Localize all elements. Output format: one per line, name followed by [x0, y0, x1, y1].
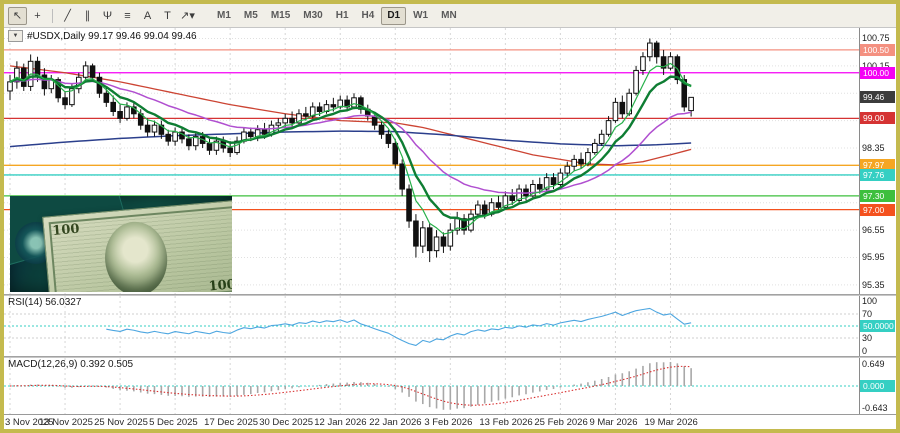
date-axis-label: 12 Jan 2026 — [314, 417, 366, 428]
rsi-axis-label: 0 — [862, 346, 867, 356]
date-axis-label: 3 Feb 2026 — [424, 417, 472, 428]
shapes-tool[interactable]: ↗▾ — [178, 7, 197, 25]
price-level-tag-99.00: 99.00 — [860, 112, 895, 124]
macd-axis-label: -0.643 — [862, 403, 888, 413]
timeframe-H1[interactable]: H1 — [330, 7, 355, 25]
denomination-100: 100 — [208, 277, 232, 292]
denomination-100: 100 — [52, 222, 80, 239]
toolbar-tools: ↖+ ╱∥Ψ≡AT↗▾ — [8, 7, 197, 25]
price-axis-label: 100.75 — [862, 33, 890, 43]
timeframe-D1[interactable]: D1 — [381, 7, 406, 25]
chart-symbol-header: ▼ #USDX,Daily 99.17 99.46 99.04 99.46 — [8, 30, 197, 42]
macd-label: MACD(12,26,9) — [8, 359, 77, 370]
main-chart-panel[interactable]: ▼ #USDX,Daily 99.17 99.46 99.04 99.46 10… — [4, 28, 860, 294]
trendline-tool[interactable]: ╱ — [58, 7, 77, 25]
rsi-canvas[interactable] — [4, 296, 860, 356]
rsi-line — [106, 308, 691, 345]
toolbar: ↖+ ╱∥Ψ≡AT↗▾ M1M5M15M30H1H4D1W1MN — [4, 4, 896, 28]
timeframe-M5[interactable]: M5 — [238, 7, 264, 25]
rsi-axis[interactable]: 100 70 30 0 50.0000 — [860, 296, 895, 356]
ma-red-slow — [10, 66, 691, 165]
price-axis-label: 98.35 — [862, 143, 885, 153]
timeframe-M15[interactable]: M15 — [265, 7, 296, 25]
timeframe-M30[interactable]: M30 — [297, 7, 328, 25]
price-axis-label: 95.35 — [862, 280, 885, 290]
price-level-tag-97.30: 97.30 — [860, 190, 895, 202]
price-axis-label: 96.55 — [862, 225, 885, 235]
label-tool[interactable]: T — [158, 7, 177, 25]
date-axis-label: 17 Dec 2025 — [204, 417, 258, 428]
hundred-dollar-bill: 100 100 — [42, 200, 232, 292]
time-axis[interactable]: 3 Nov 202513 Nov 202525 Nov 20255 Dec 20… — [4, 414, 896, 429]
price-level-tag-100.50: 100.50 — [860, 44, 895, 56]
timeframe-W1[interactable]: W1 — [407, 7, 434, 25]
date-axis-label: 19 Mar 2026 — [644, 417, 697, 428]
timeframe-H4[interactable]: H4 — [356, 7, 381, 25]
rsi-value: 56.0327 — [45, 297, 81, 308]
rsi-label: RSI(14) — [8, 297, 42, 308]
main-chart-row: ▼ #USDX,Daily 99.17 99.46 99.04 99.46 10… — [4, 28, 896, 294]
rsi-axis-label: 100 — [862, 296, 877, 306]
date-axis-label: 13 Nov 2025 — [39, 417, 93, 428]
ma-blue-slow — [10, 131, 691, 147]
dollar-bills-photo: 100 100 — [10, 196, 232, 292]
toolbar-separator — [52, 9, 53, 23]
date-axis-label: 22 Jan 2026 — [369, 417, 421, 428]
rsi-row: RSI(14) 56.0327 100 70 30 0 50.0000 — [4, 296, 896, 356]
rsi-axis-label: 30 — [862, 333, 872, 343]
rsi-level-tag: 50.0000 — [860, 320, 895, 332]
date-axis-label: 5 Dec 2025 — [149, 417, 198, 428]
macd-axis[interactable]: 0.649 -0.643 0.000 — [860, 358, 895, 414]
symbol-ohlc-text: #USDX,Daily 99.17 99.46 99.04 99.46 — [27, 31, 197, 42]
macd-panel[interactable]: MACD(12,26,9) 0.392 0.505 — [4, 358, 860, 414]
chevron-down-icon[interactable]: ▼ — [8, 30, 23, 42]
timeframe-MN[interactable]: MN — [435, 7, 463, 25]
rsi-panel[interactable]: RSI(14) 56.0327 — [4, 296, 860, 356]
date-axis-label: 25 Nov 2025 — [94, 417, 148, 428]
fibonacci-tool[interactable]: ≡ — [118, 7, 137, 25]
macd-zero-tag: 0.000 — [860, 380, 895, 392]
channel-tool[interactable]: ∥ — [78, 7, 97, 25]
pitchfork-tool[interactable]: Ψ — [98, 7, 117, 25]
macd-values: 0.392 0.505 — [80, 359, 133, 370]
rsi-axis-label: 70 — [862, 309, 872, 319]
timeframe-M1[interactable]: M1 — [211, 7, 237, 25]
toolbar-timeframes: M1M5M15M30H1H4D1W1MN — [211, 7, 463, 25]
price-axis-label: 95.95 — [862, 252, 885, 262]
date-axis-label: 13 Feb 2026 — [479, 417, 532, 428]
price-axis[interactable]: 100.75100.1598.3596.5595.9595.35100.5010… — [860, 28, 895, 294]
price-level-tag-97.00: 97.00 — [860, 204, 895, 216]
price-level-tag-100.00: 100.00 — [860, 67, 895, 79]
macd-row: MACD(12,26,9) 0.392 0.505 0.649 -0.643 0.0… — [4, 358, 896, 414]
crosshair-tool[interactable]: + — [28, 7, 47, 25]
date-axis-label: 9 Mar 2026 — [589, 417, 637, 428]
macd-header: MACD(12,26,9) 0.392 0.505 — [8, 359, 133, 370]
date-axis-label: 25 Feb 2026 — [534, 417, 587, 428]
rsi-header: RSI(14) 56.0327 — [8, 297, 81, 308]
macd-axis-label: 0.649 — [862, 359, 885, 369]
date-axis-label: 30 Dec 2025 — [259, 417, 313, 428]
price-level-tag-97.76: 97.76 — [860, 169, 895, 181]
current-price-tag: 99.46 — [860, 91, 895, 103]
terminal-window: ↖+ ╱∥Ψ≡AT↗▾ M1M5M15M30H1H4D1W1MN ▼ #USDX,… — [0, 0, 900, 433]
cursor-tool[interactable]: ↖ — [8, 7, 27, 25]
text-tool[interactable]: A — [138, 7, 157, 25]
